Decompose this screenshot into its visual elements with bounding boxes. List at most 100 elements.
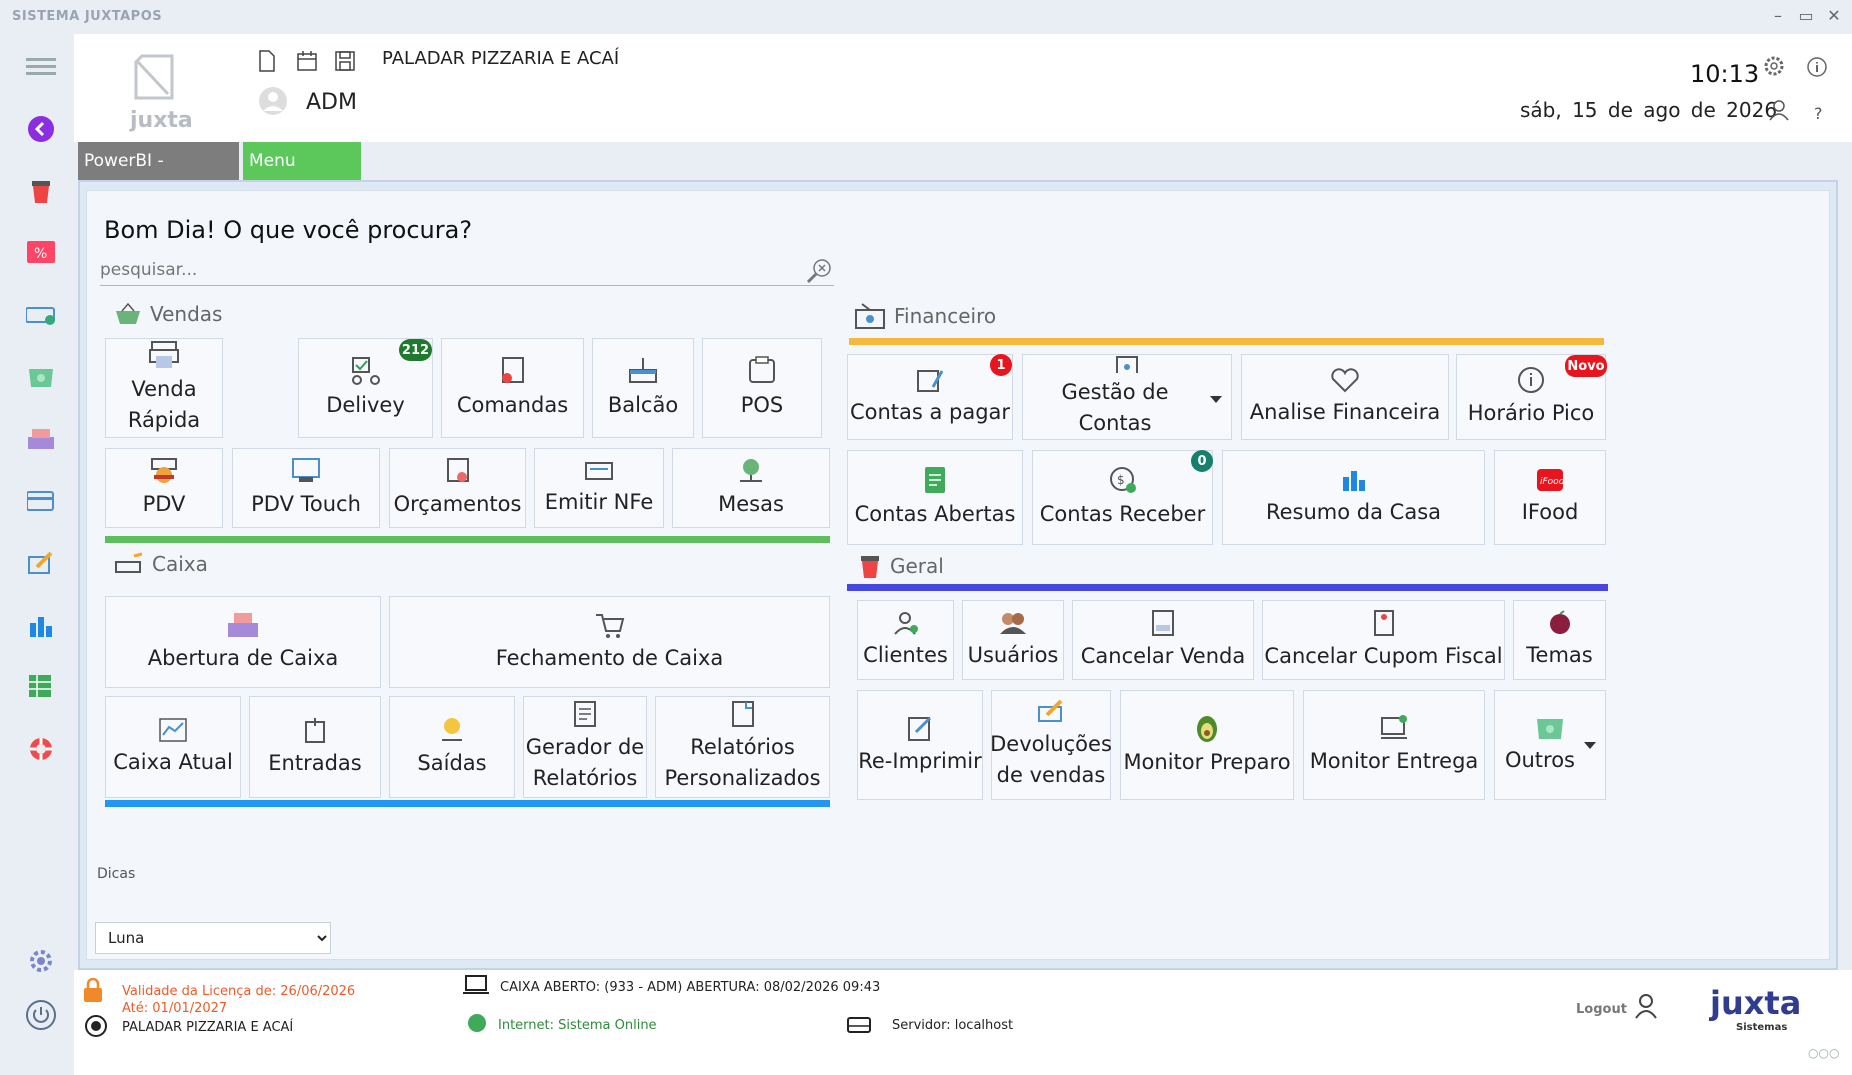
caixa-section-title: Caixa <box>114 552 208 576</box>
custom-report-icon <box>731 701 754 727</box>
saidas-button[interactable]: Saídas <box>389 696 515 798</box>
register-icon[interactable] <box>22 420 60 458</box>
contas-abertas-button[interactable]: Contas Abertas <box>847 450 1023 545</box>
close-button[interactable]: ✕ <box>1822 6 1846 25</box>
gear-icon[interactable] <box>22 942 60 980</box>
title-bar: SISTEMA JUXTAPOS – ▭ ✕ <box>0 0 1852 34</box>
client-icon <box>893 611 918 635</box>
save-icon[interactable] <box>334 50 356 76</box>
monitor-preparo-button[interactable]: Monitor Preparo <box>1120 690 1294 800</box>
resumo-casa-button[interactable]: Resumo da Casa <box>1222 450 1485 545</box>
power-icon[interactable] <box>22 996 60 1034</box>
heart-icon <box>1331 367 1359 392</box>
window-title: SISTEMA JUXTAPOS <box>12 9 163 24</box>
spreadsheet-icon[interactable] <box>22 668 60 706</box>
clock: 10:13 <box>1690 60 1760 88</box>
gestao-contas-dropdown-icon[interactable] <box>1210 396 1222 403</box>
new-file-icon[interactable] <box>258 50 280 76</box>
more-options-icon[interactable]: ○○○ <box>1808 1046 1839 1060</box>
withdraw-icon <box>442 717 462 741</box>
comandas-button[interactable]: Comandas <box>441 338 584 438</box>
back-icon[interactable] <box>22 110 60 148</box>
greeting: Bom Dia! O que você procura? <box>104 216 473 244</box>
clientes-button[interactable]: Clientes <box>857 600 954 680</box>
reprint-icon <box>908 716 932 741</box>
abertura-caixa-button[interactable]: Abertura de Caixa <box>105 596 381 688</box>
relatorios-personalizados-button[interactable]: Relatórios Personalizados <box>655 696 830 798</box>
caixa-status: CAIXA ABERTO: (933 - ADM) ABERTURA: 08/0… <box>500 980 881 995</box>
open-accounts-icon <box>925 467 945 493</box>
cancel-receipt-icon <box>1373 609 1394 636</box>
theme-select[interactable]: Luna <box>95 922 331 954</box>
money-icon[interactable] <box>22 358 60 396</box>
cash-drawer-icon <box>855 303 885 329</box>
caixa-bar <box>105 800 830 807</box>
logout-label[interactable]: Logout <box>1576 1002 1627 1017</box>
cancelar-cupom-fiscal-button[interactable]: Cancelar Cupom Fiscal <box>1262 600 1505 680</box>
calendar-icon[interactable] <box>296 50 318 76</box>
orcamentos-button[interactable]: Orçamentos <box>389 448 526 528</box>
fechamento-caixa-button[interactable]: Fechamento de Caixa <box>389 596 830 688</box>
tab-powerbi[interactable]: PowerBI - Analítico <box>78 142 239 209</box>
balcao-button[interactable]: Balcão <box>592 338 694 438</box>
temas-button[interactable]: Temas <box>1513 600 1606 680</box>
pdv-touch-button[interactable]: PDV Touch <box>232 448 380 528</box>
entradas-button[interactable]: Entradas <box>249 696 381 798</box>
monitor-entrega-button[interactable]: Monitor Entrega <box>1303 690 1485 800</box>
tab-menu-rapido[interactable]: Menu Rápido <box>243 142 361 209</box>
hamburger-icon[interactable] <box>22 48 60 86</box>
contas-pagar-button[interactable]: Contas a pagar <box>847 354 1013 440</box>
wallet-icon[interactable] <box>22 482 60 520</box>
maximize-button[interactable]: ▭ <box>1794 6 1818 25</box>
minimize-button[interactable]: – <box>1766 6 1790 25</box>
bar-chart-icon[interactable] <box>22 606 60 644</box>
outros-dropdown-icon[interactable] <box>1584 742 1596 749</box>
pos-button[interactable]: POS <box>702 338 822 438</box>
devolucoes-vendas-button[interactable]: Devoluções de vendas <box>990 690 1112 800</box>
summary-chart-icon <box>1342 471 1365 491</box>
counter-icon <box>629 357 657 383</box>
caixa-atual-button[interactable]: Caixa Atual <box>105 696 241 798</box>
cart-icon <box>595 613 624 638</box>
contas-receber-button[interactable]: $ Contas Receber <box>1032 450 1213 545</box>
ifood-button[interactable]: iFood IFood <box>1494 450 1606 545</box>
re-imprimir-button[interactable]: Re-Imprimir <box>857 690 983 800</box>
search-icon[interactable] <box>804 256 834 290</box>
mesas-button[interactable]: Mesas <box>672 448 830 528</box>
financeiro-section-title: Financeiro <box>854 302 996 330</box>
logout-icon[interactable] <box>1634 992 1658 1024</box>
gerador-relatorios-button[interactable]: Gerador de Relatórios <box>523 696 647 798</box>
venda-rapida-button[interactable]: Venda Rápida <box>105 338 223 438</box>
delivery-monitor-icon <box>1381 714 1407 739</box>
usuarios-button[interactable]: Usuários <box>962 600 1064 680</box>
server-status: Servidor: localhost <box>892 1018 1014 1033</box>
users-icon <box>1000 612 1026 634</box>
burger-icon <box>151 457 177 483</box>
license-validity: Validade da Licença de: 26/06/2026 <box>122 984 356 999</box>
card-reader-icon[interactable] <box>22 296 60 334</box>
pdv-button[interactable]: PDV <box>105 448 223 528</box>
laptop-icon <box>462 974 490 1000</box>
percent-icon[interactable]: % <box>22 234 60 272</box>
financeiro-bar <box>849 338 1604 345</box>
horario-pico-new-badge: Novo <box>1565 355 1607 377</box>
online-status-icon <box>468 1014 486 1032</box>
cup-icon[interactable] <box>22 172 60 210</box>
user-profile-icon[interactable] <box>1768 98 1790 126</box>
gestao-contas-button[interactable]: Gestão de Contas <box>1022 354 1232 440</box>
cancelar-venda-button[interactable]: Cancelar Venda <box>1072 600 1254 680</box>
analise-financeira-button[interactable]: Analise Financeira <box>1241 354 1449 440</box>
edit-icon[interactable] <box>22 544 60 582</box>
internet-status: Internet: Sistema Online <box>498 1018 657 1033</box>
receipt-icon <box>501 356 524 383</box>
line-chart-icon <box>159 717 187 742</box>
lifebuoy-icon[interactable] <box>22 730 60 768</box>
settings-gear-icon[interactable] <box>1762 54 1786 82</box>
search-input[interactable] <box>100 256 790 284</box>
emitir-nfe-button[interactable]: Emitir NFe <box>534 448 664 528</box>
user-avatar <box>258 86 288 120</box>
info-icon[interactable] <box>1806 56 1828 82</box>
table-icon <box>740 458 762 482</box>
help-icon[interactable]: ? <box>1814 104 1823 123</box>
quote-document-icon <box>446 457 469 482</box>
